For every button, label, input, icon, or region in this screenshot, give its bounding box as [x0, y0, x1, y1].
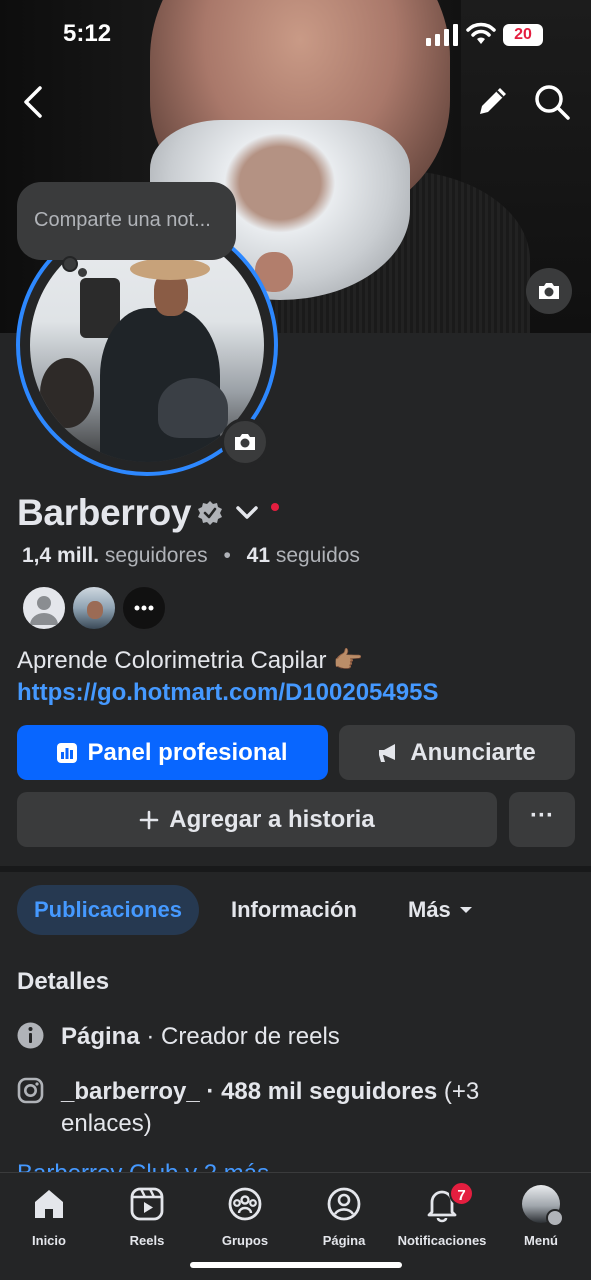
- nav-grupos[interactable]: Grupos: [195, 1185, 295, 1248]
- battery-level: 20: [514, 26, 532, 43]
- wifi-icon: [466, 22, 496, 44]
- home-icon: [35, 1190, 63, 1218]
- instagram-handle: _barberroy_: [61, 1078, 200, 1105]
- menu-lines-icon: [546, 1209, 564, 1227]
- note-bubble-tail: [62, 256, 78, 272]
- share-note-placeholder: Comparte una not...: [34, 209, 211, 231]
- chevron-down-icon[interactable]: [233, 499, 261, 527]
- tab-mas[interactable]: Más: [391, 885, 490, 935]
- bio-text: Aprende Colorimetria Capilar 👉🏽: [17, 647, 364, 674]
- detail-page-category: Página · Creador de reels: [61, 1021, 561, 1053]
- tab-publicaciones-label: Publicaciones: [34, 897, 182, 922]
- groups-icon: [228, 1187, 262, 1221]
- page-icon: [327, 1187, 361, 1221]
- plus-icon: [139, 810, 159, 829]
- mutual-avatar-more: [121, 585, 167, 631]
- caret-down-icon: [459, 907, 472, 913]
- nav-menu-label: Menú: [524, 1233, 558, 1248]
- followers-count: 1,4 mill.: [22, 544, 100, 567]
- instagram-icon: [17, 1077, 44, 1104]
- search-icon[interactable]: [533, 83, 571, 121]
- details-title: Detalles: [17, 968, 110, 995]
- battery-icon: 20: [503, 24, 543, 46]
- nav-notificaciones-label: Notificaciones: [397, 1233, 487, 1248]
- profile-name-row[interactable]: Barberroy: [17, 492, 280, 534]
- menu-avatar-icon: [522, 1185, 564, 1227]
- info-icon: [17, 1022, 44, 1049]
- cellular-signal-icon: [426, 24, 458, 46]
- notification-dot: [271, 503, 280, 511]
- advertise-button[interactable]: Anunciarte: [339, 725, 575, 780]
- nav-inicio[interactable]: Inicio: [0, 1185, 99, 1248]
- detail-page-category-text: · Creador de reels: [139, 1023, 340, 1050]
- nav-menu[interactable]: Menú: [491, 1185, 591, 1248]
- follow-stats[interactable]: 1,4 mill. seguidores • 41 seguidos: [22, 544, 360, 568]
- nav-reels[interactable]: Reels: [97, 1185, 197, 1248]
- professional-dashboard-label: Panel profesional: [87, 738, 288, 766]
- more-dots-icon: [134, 605, 154, 611]
- dashboard-icon: [57, 742, 78, 763]
- stats-separator: •: [223, 544, 231, 567]
- nav-reels-label: Reels: [129, 1233, 165, 1248]
- megaphone-icon: [379, 743, 396, 762]
- more-options-button[interactable]: ···: [509, 792, 575, 847]
- camera-icon: [539, 283, 559, 299]
- section-divider: [0, 866, 591, 872]
- tab-publicaciones[interactable]: Publicaciones: [17, 885, 199, 935]
- pencil-icon[interactable]: [476, 84, 510, 118]
- mutual-followers[interactable]: [21, 585, 171, 631]
- instagram-followers: · 488 mil seguidores: [199, 1078, 438, 1105]
- share-note-bubble[interactable]: Comparte una not...: [17, 182, 236, 260]
- profile-name: Barberroy: [17, 492, 192, 533]
- chevron-left-icon[interactable]: [18, 82, 50, 122]
- person-placeholder-icon: [30, 596, 58, 625]
- detail-page-label: Página: [61, 1023, 140, 1050]
- nav-inicio-label: Inicio: [32, 1233, 66, 1248]
- following-count: 41: [246, 544, 271, 567]
- professional-dashboard-button[interactable]: Panel profesional: [17, 725, 328, 780]
- mutual-avatar-photo: [71, 585, 117, 631]
- bio-link[interactable]: https://go.hotmart.com/D100205495S: [17, 679, 438, 706]
- home-indicator: [190, 1262, 402, 1268]
- following-label: seguidos: [275, 544, 360, 567]
- cover-camera-button[interactable]: [526, 268, 572, 314]
- nav-pagina[interactable]: Página: [294, 1185, 394, 1248]
- detail-instagram[interactable]: _barberroy_ · 488 mil seguidores (+3 enl…: [61, 1076, 561, 1140]
- followers-label: seguidores: [104, 544, 208, 567]
- status-bar: 5:12 20: [0, 0, 591, 70]
- note-bubble-tail-small: [78, 268, 87, 277]
- add-story-label: Agregar a historia: [169, 805, 375, 833]
- nav-notificaciones[interactable]: 7 Notificaciones: [392, 1181, 492, 1248]
- advertise-label: Anunciarte: [410, 738, 536, 766]
- profile-camera-button[interactable]: [221, 418, 269, 466]
- profile-bio: Aprende Colorimetria Capilar 👉🏽 https://g…: [17, 645, 577, 709]
- add-story-button[interactable]: Agregar a historia: [17, 792, 497, 847]
- tab-informacion-label: Información: [231, 897, 357, 922]
- camera-icon: [235, 434, 255, 450]
- verified-badge-icon: [198, 501, 223, 525]
- more-options-label: ···: [530, 801, 554, 829]
- nav-grupos-label: Grupos: [221, 1233, 269, 1248]
- status-time: 5:12: [63, 20, 112, 47]
- tab-informacion[interactable]: Información: [214, 885, 374, 935]
- nav-pagina-label: Página: [322, 1233, 366, 1248]
- reels-icon: [130, 1187, 164, 1221]
- mutual-avatar-default: [21, 585, 67, 631]
- tab-mas-label: Más: [408, 897, 451, 922]
- notifications-badge: 7: [449, 1181, 474, 1206]
